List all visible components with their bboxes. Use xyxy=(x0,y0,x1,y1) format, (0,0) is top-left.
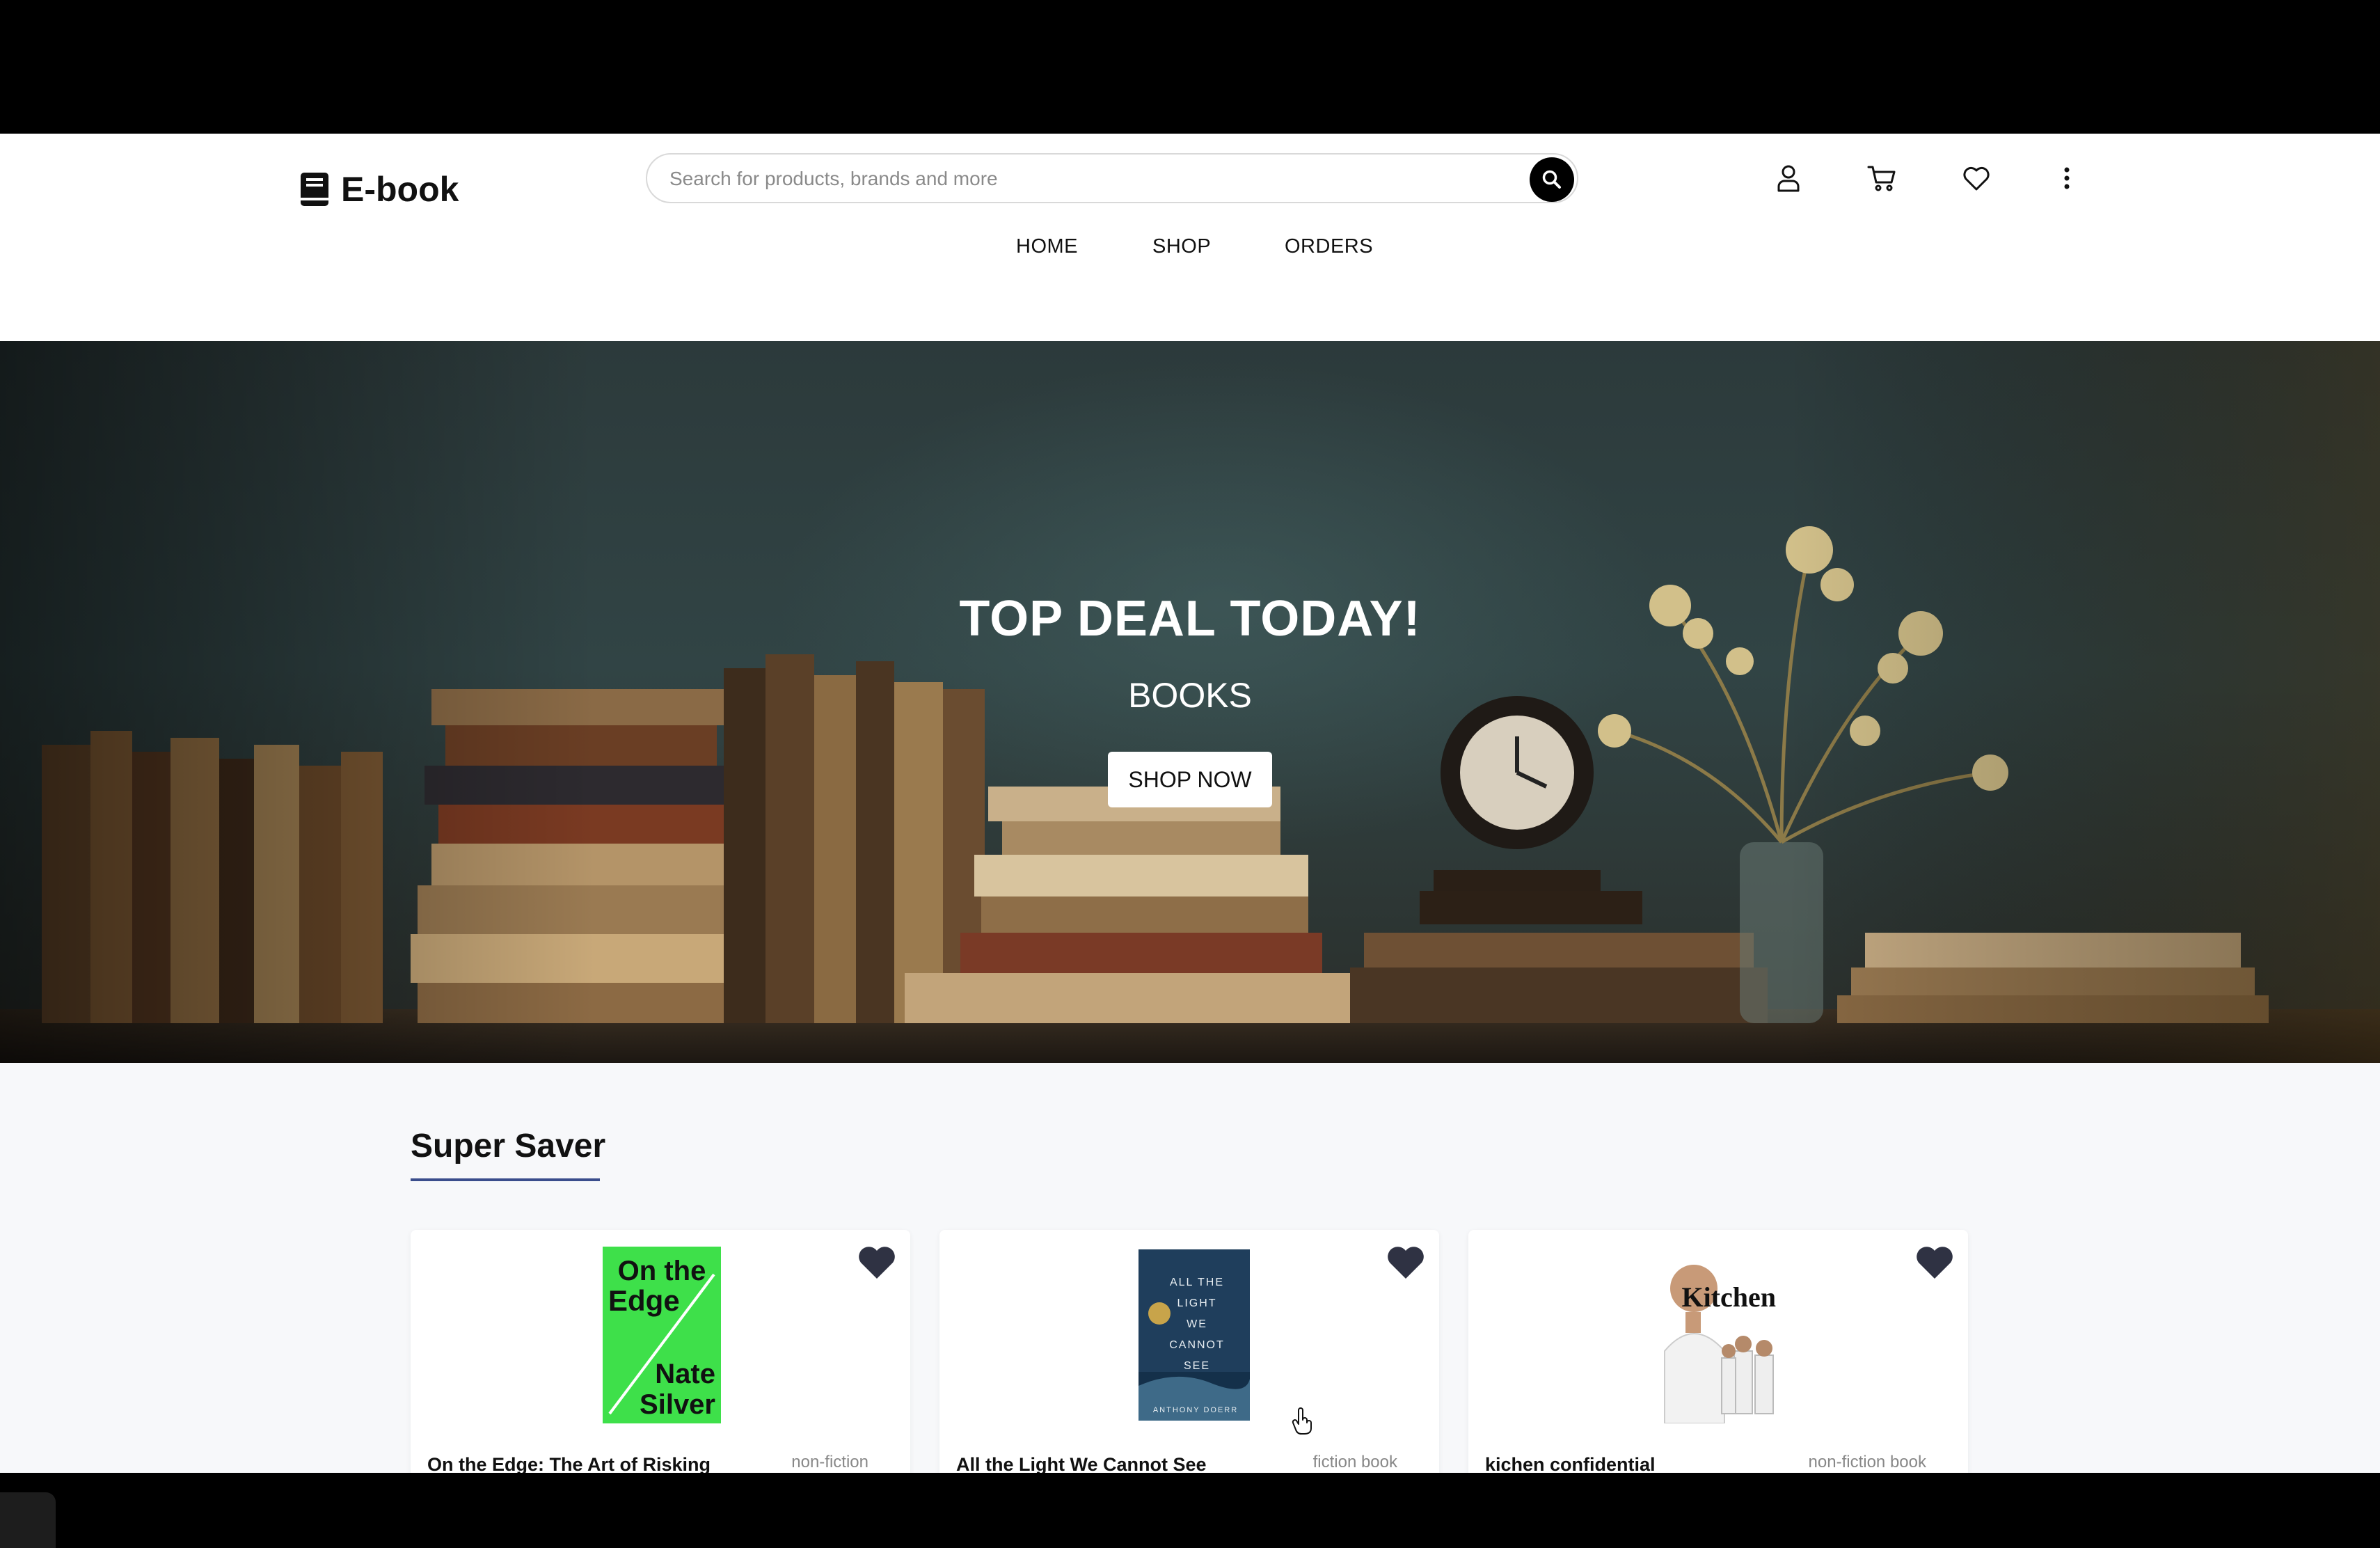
nav-shop[interactable]: SHOP xyxy=(1152,235,1211,258)
cover-text: Nate xyxy=(655,1359,715,1389)
book-icon xyxy=(301,173,328,206)
book-cover-image[interactable]: Kitchen xyxy=(1658,1247,1783,1423)
product-title[interactable]: kichen confidential xyxy=(1485,1454,1656,1473)
search-bar xyxy=(646,153,1578,203)
page: E-book Search for products, brands and m… xyxy=(0,134,2380,1473)
book-cover-image[interactable]: ALL THE LIGHT WE CANNOT SEE ANTHONY DOER… xyxy=(1134,1247,1253,1423)
more-vertical-icon xyxy=(2064,167,2070,189)
cover-text: WE xyxy=(1187,1318,1207,1330)
cart-button[interactable] xyxy=(1861,157,1903,199)
product-card[interactable]: On the Edge Nate Silver On the Edge: The… xyxy=(411,1230,910,1473)
product-title[interactable]: All the Light We Cannot See xyxy=(956,1454,1207,1473)
product-category: non-fiction book xyxy=(1808,1453,1926,1471)
product-title[interactable]: On the Edge: The Art of Risking xyxy=(427,1454,711,1473)
cover-text: LIGHT xyxy=(1177,1297,1216,1309)
cover-text: On the xyxy=(618,1256,706,1286)
hand-cursor-icon xyxy=(1292,1407,1312,1435)
user-icon xyxy=(1777,165,1800,192)
favorite-heart-icon[interactable] xyxy=(857,1244,896,1280)
brand-name: E-book xyxy=(341,170,459,209)
cover-text: Silver xyxy=(640,1389,715,1420)
product-card[interactable]: Kitchen kichen confidential non-fiction … xyxy=(1468,1230,1968,1473)
main-nav: HOME SHOP ORDERS xyxy=(0,235,2380,284)
cover-text: Kitchen xyxy=(1681,1281,1776,1313)
hero-subtitle: BOOKS xyxy=(1128,676,1252,715)
account-button[interactable] xyxy=(1768,157,1809,199)
favorite-heart-icon[interactable] xyxy=(1386,1244,1425,1280)
hero-title: TOP DEAL TODAY! xyxy=(959,591,1421,647)
product-card[interactable]: ALL THE LIGHT WE CANNOT SEE ANTHONY DOER… xyxy=(939,1230,1439,1473)
brand-logo[interactable]: E-book xyxy=(299,161,459,217)
cart-icon xyxy=(1867,166,1896,191)
section-title-underline xyxy=(411,1178,600,1181)
cover-text: ALL THE xyxy=(1170,1277,1224,1288)
product-category: non-fiction xyxy=(791,1453,868,1471)
search-icon xyxy=(1542,170,1561,189)
favorite-heart-icon[interactable] xyxy=(1915,1244,1954,1280)
heart-icon xyxy=(1963,166,1990,191)
super-saver-section: Super Saver On the Edge Nate Silver On t… xyxy=(0,1063,2380,1473)
cover-text: SEE xyxy=(1184,1360,1210,1372)
hero-banner: TOP DEAL TODAY! BOOKS SHOP NOW xyxy=(0,341,2380,1063)
nav-home[interactable]: HOME xyxy=(1016,235,1078,258)
cover-text: ANTHONY DOERR xyxy=(1153,1406,1238,1414)
screen-letterbox-bottom xyxy=(0,1473,2380,1548)
search-button[interactable] xyxy=(1530,157,1574,202)
cover-text: Edge xyxy=(608,1284,680,1317)
nav-orders[interactable]: ORDERS xyxy=(1285,235,1373,258)
site-header: E-book Search for products, brands and m… xyxy=(0,134,2380,341)
screen-letterbox-top xyxy=(0,0,2380,134)
shop-now-button[interactable]: SHOP NOW xyxy=(1108,752,1272,807)
more-menu-button[interactable] xyxy=(2046,157,2088,199)
product-category: fiction book xyxy=(1312,1453,1397,1471)
search-input[interactable] xyxy=(668,155,1471,203)
cover-text: CANNOT xyxy=(1169,1339,1225,1351)
wishlist-button[interactable] xyxy=(1955,157,1997,199)
book-cover-image[interactable]: On the Edge Nate Silver xyxy=(603,1247,721,1423)
section-title: Super Saver xyxy=(411,1128,606,1164)
taskbar-corner xyxy=(0,1492,56,1548)
